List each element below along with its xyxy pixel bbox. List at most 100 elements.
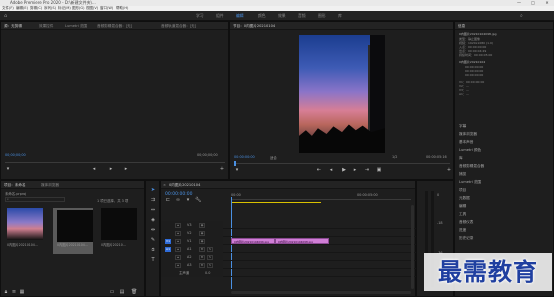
linked-selection-icon[interactable]: ∞: [175, 197, 181, 203]
search-icon[interactable]: ⌕: [520, 13, 523, 19]
tab-sequence[interactable]: 0内图片20210104: [169, 181, 200, 189]
project-item[interactable]: 0内图片20210...: [101, 208, 141, 254]
panel-link-captions[interactable]: 字幕: [459, 124, 466, 129]
source-add-button-icon[interactable]: +: [219, 166, 225, 172]
workspace-graphics[interactable]: 图形: [318, 13, 326, 19]
timeline-horizontal-scrollbar[interactable]: [231, 291, 411, 294]
panel-link-metadata[interactable]: 元数据: [459, 196, 470, 201]
program-timecode[interactable]: 00:00:00:00: [234, 155, 255, 159]
program-playhead[interactable]: [234, 161, 236, 166]
selection-tool-icon[interactable]: ➤: [149, 187, 157, 193]
timeline-vertical-scrollbar[interactable]: [411, 205, 414, 289]
source-monitor-panel: 源：无剪辑 效果控件 Lumetri 范围 音频剪辑混合器：[无] 音频轨道混合…: [0, 21, 229, 180]
timeline-settings-icon[interactable]: 🔧︎: [195, 197, 201, 203]
tab-effect-controls[interactable]: 效果控件: [39, 22, 53, 30]
program-add-marker-icon[interactable]: ▾: [234, 167, 240, 173]
source-scrubber[interactable]: [5, 162, 225, 163]
project-search-input[interactable]: ⌕: [5, 197, 65, 202]
workspace-bar: ⌂ 学习 组件 编辑 颜色 效果 音频 图形 库 ⌕: [0, 11, 554, 21]
type-tool-icon[interactable]: T: [149, 257, 157, 263]
workspace-audio[interactable]: 音频: [298, 13, 306, 19]
source-add-marker-icon[interactable]: ▾: [5, 166, 11, 172]
source-play-icon[interactable]: ▸: [107, 166, 115, 172]
timeline-tabs: × 0内图片20210104: [161, 181, 415, 189]
source-step-back-icon[interactable]: ◂: [91, 166, 97, 172]
workspace-assembly[interactable]: 组件: [216, 13, 224, 19]
panel-link-project[interactable]: 项目: [459, 188, 466, 193]
timeline-clip[interactable]: 0内图片20210104096.jpg: [231, 238, 275, 244]
panel-link-history[interactable]: 历史记录: [459, 236, 473, 241]
project-item-name: 0内图片20210...: [101, 243, 126, 247]
workspace-effects[interactable]: 效果: [278, 13, 286, 19]
hand-tool-icon[interactable]: ✋︎: [149, 247, 157, 253]
resolution-dropdown[interactable]: 1/2: [392, 155, 397, 159]
program-add-button-icon[interactable]: +: [446, 167, 452, 173]
snap-icon[interactable]: ⊏: [165, 197, 171, 203]
tab-project[interactable]: 项目：未命名: [4, 181, 26, 189]
workspace-learn[interactable]: 学习: [196, 13, 204, 19]
razor-tool-icon[interactable]: ◈: [149, 217, 157, 223]
watermark-logo: 最需教育: [438, 257, 538, 286]
track-label: A2: [187, 255, 192, 259]
home-icon[interactable]: ⌂: [4, 13, 7, 19]
panel-link-lumetri-scopes[interactable]: Lumetri 范围: [459, 180, 481, 185]
panel-link-audio-clip-mixer[interactable]: 音频剪辑混合器: [459, 164, 484, 169]
go-to-out-icon[interactable]: ⇥: [364, 167, 370, 173]
work-area-bar[interactable]: [231, 202, 321, 203]
tab-program[interactable]: 节目：0内图片20210104: [233, 22, 275, 30]
trash-icon[interactable]: 🗑︎: [131, 289, 137, 295]
fit-dropdown[interactable]: 适合: [270, 155, 277, 160]
tab-lumetri-scopes[interactable]: Lumetri 范围: [65, 22, 87, 30]
step-forward-icon[interactable]: ▸: [352, 167, 358, 173]
panel-link-tools[interactable]: 工具: [459, 212, 466, 217]
workspace-color[interactable]: 颜色: [258, 13, 266, 19]
panel-link-progress[interactable]: 进度: [459, 228, 466, 233]
panel-link-capture[interactable]: 捕捉: [459, 172, 466, 177]
master-volume[interactable]: 0.0: [205, 269, 210, 277]
tab-audio-track-mixer[interactable]: 音频轨道混合器：[无]: [161, 22, 196, 30]
source-timecode-left[interactable]: 00;00;00;00: [5, 153, 26, 157]
tab-audio-clip-mixer[interactable]: 音频剪辑混合器：[无]: [97, 22, 132, 30]
tab-source[interactable]: 源：无剪辑: [4, 22, 22, 30]
source-step-forward-icon[interactable]: ▸: [123, 166, 129, 172]
program-scrubber[interactable]: [234, 163, 450, 164]
program-duration: 00:00:05:16: [426, 155, 447, 159]
add-marker-icon[interactable]: ▾: [185, 197, 191, 203]
time-ruler[interactable]: [231, 199, 411, 200]
step-back-icon[interactable]: ◂: [328, 167, 334, 173]
info-sequence-title: 0内图片20210104: [459, 60, 486, 64]
program-tabs: 节目：0内图片20210104: [230, 22, 453, 30]
slip-tool-icon[interactable]: ⇹: [149, 227, 157, 233]
track-v2: 🔒︎ V2 ◉: [161, 229, 417, 237]
panel-link-lumetri-color[interactable]: Lumetri 颜色: [459, 148, 481, 153]
panel-link-libraries[interactable]: 库: [459, 156, 463, 161]
workspace-libraries[interactable]: 库: [338, 13, 342, 19]
panel-link-media-browser[interactable]: 媒体浏览器: [459, 132, 477, 137]
lock-icon[interactable]: 🔒︎: [3, 289, 9, 295]
source-timecode-right: 00;00;00;00: [197, 153, 218, 157]
tab-media-browser[interactable]: 媒体浏览器: [41, 181, 59, 189]
panel-link-essential-sound[interactable]: 基本声音: [459, 140, 473, 145]
list-view-icon[interactable]: ≡: [11, 289, 17, 295]
ripple-edit-tool-icon[interactable]: ⇔: [149, 207, 157, 213]
export-frame-icon[interactable]: ▣: [376, 167, 382, 173]
play-icon[interactable]: ▶: [340, 167, 348, 173]
timeline-clip[interactable]: 0内图片20210104098.jpg: [275, 238, 329, 244]
tab-info[interactable]: 信息: [458, 22, 465, 30]
thumbnail-image[interactable]: [57, 210, 93, 242]
new-bin-icon[interactable]: ▭: [109, 289, 115, 295]
pen-tool-icon[interactable]: ✎: [149, 237, 157, 243]
project-item[interactable]: 0内图片20210104...: [7, 208, 47, 254]
track-label: A1: [187, 247, 192, 251]
panel-link-edit[interactable]: 编辑: [459, 204, 466, 209]
workspace-editing[interactable]: 编辑: [236, 13, 244, 19]
icon-view-icon[interactable]: ▦: [19, 289, 25, 295]
track-select-tool-icon[interactable]: ⇉: [149, 197, 157, 203]
project-item-selected[interactable]: 0内图片20210104...: [53, 208, 93, 254]
timeline-close-icon[interactable]: ×: [163, 181, 166, 189]
go-to-in-icon[interactable]: ⇤: [316, 167, 322, 173]
thumbnail-image[interactable]: [101, 208, 137, 240]
new-item-icon[interactable]: ▤: [119, 289, 125, 295]
thumbnail-image[interactable]: [7, 208, 43, 240]
panel-link-audio-meters[interactable]: 音频仪表: [459, 220, 473, 225]
